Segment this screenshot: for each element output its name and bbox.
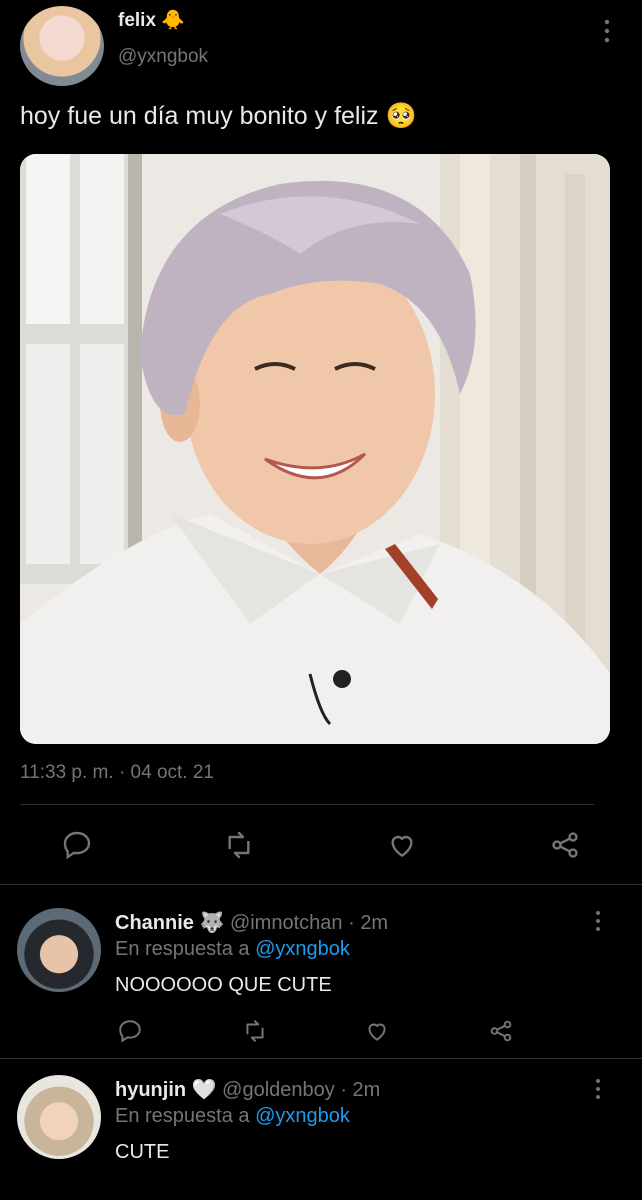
more-options-icon[interactable] xyxy=(598,18,616,44)
reply-1-replying-label: En respuesta a xyxy=(115,938,250,960)
reply-icon[interactable] xyxy=(61,829,93,861)
reply-1-text: NOOOOOO QUE CUTE xyxy=(115,974,332,996)
reply-1-retweet-icon[interactable] xyxy=(241,1018,269,1044)
reply-1-handle[interactable]: @imnotchan xyxy=(230,912,343,934)
pleading-face-emoji: 🥺 xyxy=(385,102,417,130)
reply-1-reply-icon[interactable] xyxy=(117,1018,143,1044)
photo-illustration xyxy=(20,154,610,744)
wolf-emoji: 🐺 xyxy=(199,912,225,934)
reply-1-time: 2m xyxy=(360,912,389,934)
reply-1-share-icon[interactable] xyxy=(488,1018,514,1044)
reply-2-replying-label: En respuesta a xyxy=(115,1105,250,1127)
reply-1-replying-to: En respuesta a @yxngbok xyxy=(115,938,350,961)
chick-emoji: 🐥 xyxy=(161,10,185,31)
reply-2-time: 2m xyxy=(352,1079,381,1101)
reply-1-mention-link[interactable]: @yxngbok xyxy=(255,938,350,960)
reply-1-more-options-icon[interactable] xyxy=(590,908,606,934)
reply-2-name[interactable]: hyunjin xyxy=(115,1079,186,1101)
author-handle[interactable]: @yxngbok xyxy=(118,46,208,68)
tweet-photo[interactable] xyxy=(20,154,610,744)
tweet-text-body: hoy fue un día muy bonito y feliz xyxy=(20,102,379,130)
reply-1-header: Channie 🐺 @imnotchan · 2m xyxy=(115,910,388,935)
reply-1-separator: · xyxy=(348,912,355,934)
reply-2-header: hyunjin 🤍 @goldenboy · 2m xyxy=(115,1077,380,1102)
like-icon[interactable] xyxy=(386,829,418,861)
timestamp-separator: · xyxy=(118,762,126,783)
divider-timestamp xyxy=(20,804,594,805)
author-name[interactable]: felix 🐥 xyxy=(118,8,185,32)
author-name-text: felix xyxy=(118,10,157,31)
tweet-text: hoy fue un día muy bonito y feliz 🥺 xyxy=(20,102,417,131)
reply-2-separator: · xyxy=(340,1079,347,1101)
retweet-icon[interactable] xyxy=(222,829,256,861)
reply-2-handle[interactable]: @goldenboy xyxy=(222,1079,335,1101)
tweet-timestamp: 11:33 p. m. · 04 oct. 21 xyxy=(20,762,214,784)
reply-1-avatar[interactable] xyxy=(17,908,101,992)
divider-actions xyxy=(0,884,642,885)
tweet-time: 11:33 p. m. xyxy=(20,762,114,783)
reply-1-name[interactable]: Channie xyxy=(115,912,194,934)
tweet-date: 04 oct. 21 xyxy=(130,762,214,783)
white-heart-emoji: 🤍 xyxy=(191,1079,217,1101)
reply-2-replying-to: En respuesta a @yxngbok xyxy=(115,1105,350,1128)
divider-reply-1 xyxy=(0,1058,642,1059)
reply-1-like-icon[interactable] xyxy=(364,1018,390,1044)
reply-2-mention-link[interactable]: @yxngbok xyxy=(255,1105,350,1127)
reply-2-text: CUTE xyxy=(115,1141,170,1163)
author-avatar[interactable] xyxy=(20,6,104,86)
reply-2-more-options-icon[interactable] xyxy=(590,1076,606,1102)
share-icon[interactable] xyxy=(549,829,581,861)
reply-2-avatar[interactable] xyxy=(17,1075,101,1159)
